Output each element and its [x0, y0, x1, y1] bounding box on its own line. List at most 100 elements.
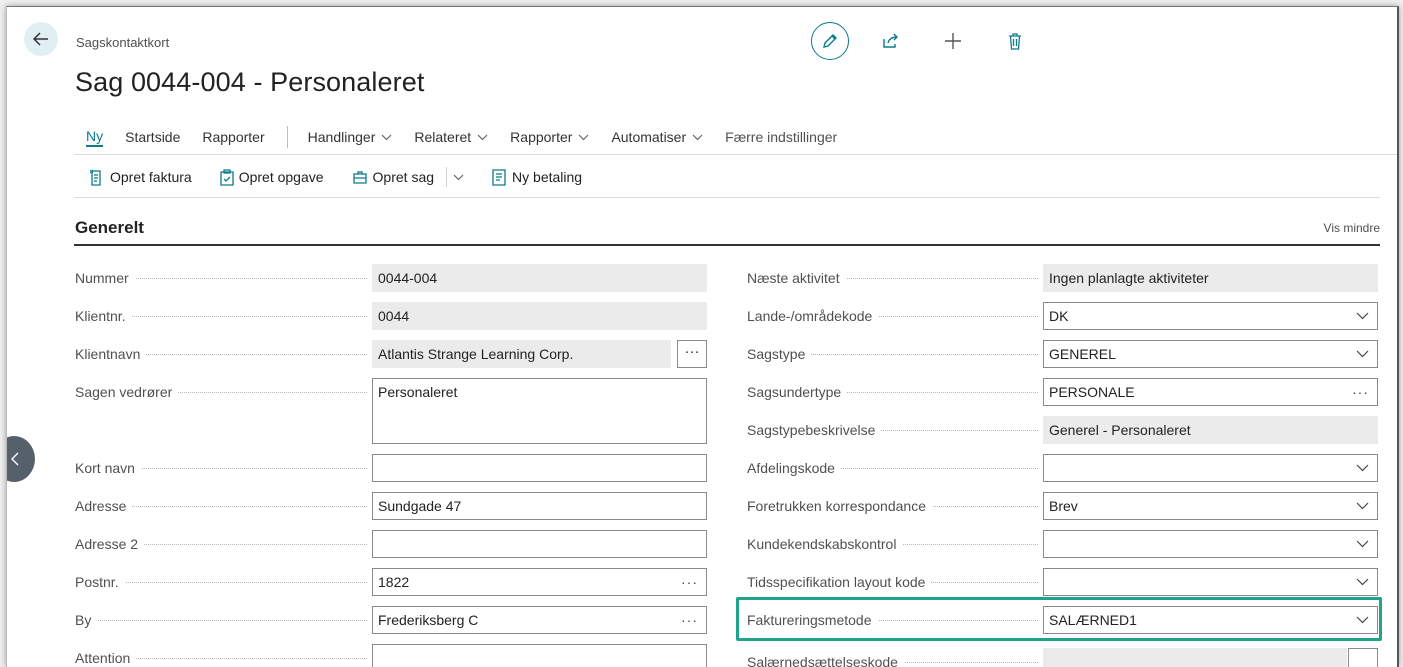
field-label: Sagen vedrører [75, 378, 367, 406]
create-case-button[interactable]: Opret sag [352, 169, 434, 185]
label-text: Klientnavn [75, 346, 147, 362]
nav-divider [74, 154, 1397, 155]
field-kort-navn: Kort navn [75, 454, 708, 482]
collapse-factbox-button[interactable] [7, 436, 35, 482]
nav-reports-menu[interactable]: Rapporter [510, 129, 589, 145]
korrespondance-select[interactable]: Brev [1043, 492, 1378, 520]
nav-related-label: Relateret [414, 129, 472, 145]
show-less-link[interactable]: Vis mindre [1324, 221, 1380, 235]
faktureringsmetode-select[interactable]: SALÆRNED1 [1043, 606, 1378, 634]
nav-reports[interactable]: Rapporter [202, 129, 264, 145]
field-nummer: Nummer 0044-004 [75, 264, 708, 292]
create-invoice-button[interactable]: Opret faktura [89, 169, 192, 186]
field-label: Klientnr. [75, 302, 367, 330]
korrespondance-value: Brev [1049, 498, 1078, 514]
chevron-down-icon [1356, 312, 1369, 320]
landekode-select[interactable]: DK [1043, 302, 1378, 330]
field-tidsspecifikation-layout-kode: Tidsspecifikation layout kode [747, 568, 1380, 596]
field-klientnavn: Klientnavn Atlantis Strange Learning Cor… [75, 340, 708, 368]
chevron-down-icon [1356, 616, 1369, 624]
field-sagsundertype: Sagsundertype PERSONALE ··· [747, 378, 1380, 406]
nav-new[interactable]: Ny [86, 128, 104, 147]
label-text: Kort navn [75, 460, 141, 476]
kundekendskabskontrol-select[interactable] [1043, 530, 1378, 558]
nav-actions-label: Handlinger [307, 129, 376, 145]
section-underline [74, 244, 1380, 246]
klientnavn-lookup-button[interactable]: ··· [677, 340, 707, 368]
label-text: Kundekendskabskontrol [747, 536, 903, 552]
nav-home[interactable]: Startside [125, 129, 180, 145]
pencil-icon [823, 34, 837, 48]
create-case-dropdown[interactable] [453, 174, 469, 181]
sagen-vedrorer-textarea[interactable]: Personaleret [372, 378, 707, 444]
field-kundekendskabskontrol: Kundekendskabskontrol [747, 530, 1380, 558]
share-button[interactable] [871, 21, 911, 61]
label-text: Postnr. [75, 574, 125, 590]
sagsundertype-input[interactable]: PERSONALE ··· [1043, 378, 1378, 406]
label-text: Næste aktivitet [747, 270, 846, 286]
section-title: Generelt [75, 218, 144, 237]
label-text: Nummer [75, 270, 135, 286]
postnr-lookup-button[interactable]: ··· [681, 569, 698, 595]
field-sagen-vedrorer: Sagen vedrører Personaleret [75, 378, 708, 444]
field-label: Nummer [75, 264, 367, 292]
label-text: Adresse 2 [75, 536, 145, 552]
nav-actions-menu[interactable]: Handlinger [308, 129, 393, 145]
chevron-down-icon [579, 134, 589, 140]
field-label: Sagstype [747, 340, 1038, 368]
adresse-2-input[interactable] [372, 530, 707, 558]
field-label: Kort navn [75, 454, 367, 482]
by-lookup-button[interactable]: ··· [681, 607, 698, 633]
postnr-input[interactable]: 1822 ··· [372, 568, 707, 596]
arrow-left-icon [33, 32, 48, 46]
faktureringsmetode-value: SALÆRNED1 [1049, 612, 1137, 628]
chevron-down-icon [1356, 350, 1369, 358]
klientnavn-value: Atlantis Strange Learning Corp. [372, 340, 671, 368]
new-button[interactable] [933, 21, 973, 61]
top-toolbar [811, 21, 1057, 61]
field-label: By [75, 606, 367, 634]
kort-navn-input[interactable] [372, 454, 707, 482]
by-input[interactable]: Frederiksberg C ··· [372, 606, 707, 634]
field-sagstypebeskrivelse: Sagstypebeskrivelse Generel - Personaler… [747, 416, 1380, 444]
trash-icon [1009, 32, 1021, 50]
delete-button[interactable] [995, 21, 1035, 61]
page-title: Sag 0044-004 - Personaleret [75, 67, 425, 97]
chevron-down-icon [1356, 540, 1369, 548]
nav-reports-menu-label: Rapporter [510, 129, 573, 145]
nav-fewer-options[interactable]: Færre indstillinger [725, 129, 837, 145]
breadcrumb: Sagskontaktkort [76, 35, 170, 50]
dotted-leader [75, 620, 367, 621]
create-task-label: Opret opgave [238, 169, 324, 185]
promoted-actions: Opret faktura Opret opgave Opret sag Ny … [89, 167, 610, 187]
sagstype-select[interactable]: GENEREL [1043, 340, 1378, 368]
naeste-aktivitet-value: Ingen planlagte aktiviteter [1043, 264, 1378, 292]
postnr-value: 1822 [378, 574, 410, 590]
field-klientnr: Klientnr. 0044 [75, 302, 708, 330]
label-text: Sagstypebeskrivelse [747, 422, 882, 438]
sagsundertype-lookup-button[interactable]: ··· [1352, 379, 1369, 405]
field-sagstype: Sagstype GENEREL [747, 340, 1380, 368]
tidsspecifikation-select[interactable] [1043, 568, 1378, 596]
adresse-input[interactable]: Sundgade 47 [372, 492, 707, 520]
label-text: Sagen vedrører [75, 384, 179, 400]
field-label: Klientnavn [75, 340, 367, 368]
klientnr-value: 0044 [372, 302, 707, 330]
create-task-button[interactable]: Opret opgave [220, 168, 324, 186]
back-button[interactable] [24, 22, 58, 56]
field-naeste-aktivitet: Næste aktivitet Ingen planlagte aktivite… [747, 264, 1380, 292]
afdelingskode-select[interactable] [1043, 454, 1378, 482]
edit-button[interactable] [811, 22, 849, 60]
nav-related-menu[interactable]: Relateret [414, 129, 488, 145]
label-text: Sagsundertype [747, 384, 848, 400]
label-text: Afdelingskode [747, 460, 841, 476]
new-payment-button[interactable]: Ny betaling [491, 168, 582, 186]
salaernedsaettelseskode-lookup-button[interactable] [1348, 648, 1378, 667]
case-icon [352, 171, 367, 184]
nav-automate-menu[interactable]: Automatiser [611, 129, 703, 145]
label-text: Salærnedsættelseskode [747, 654, 904, 667]
chevron-down-icon [453, 174, 464, 180]
field-label: Adresse 2 [75, 530, 367, 558]
sagstypebeskrivelse-value: Generel - Personaleret [1043, 416, 1378, 444]
field-landekode: Lande-/områdekode DK [747, 302, 1380, 330]
